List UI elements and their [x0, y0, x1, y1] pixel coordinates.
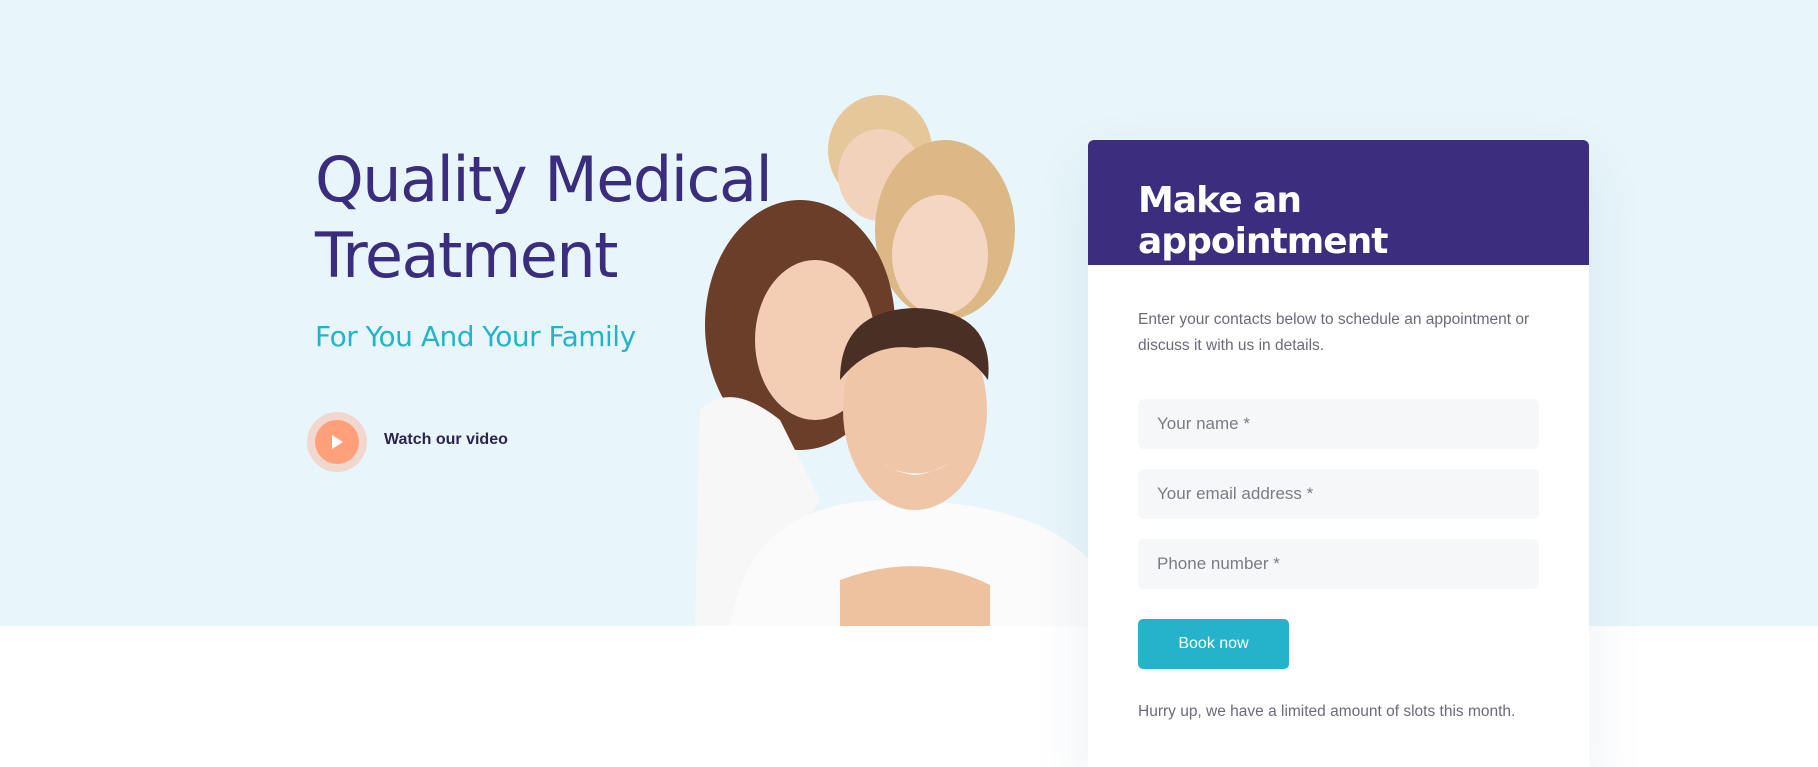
watch-video-link[interactable]: Watch our video [384, 431, 508, 449]
name-input[interactable] [1138, 399, 1539, 449]
appointment-card-header: Make an appointment [1088, 140, 1589, 265]
book-now-button[interactable]: Book now [1138, 619, 1289, 669]
slots-note: Hurry up, we have a limited amount of sl… [1138, 703, 1516, 720]
email-input[interactable] [1138, 469, 1539, 519]
appointment-title: Make an appointment [1138, 180, 1389, 262]
family-photo [695, 95, 1090, 626]
appointment-card: Make an appointment Enter your contacts … [1088, 140, 1589, 767]
play-icon [332, 435, 343, 449]
play-button-circle[interactable] [315, 420, 359, 464]
appointment-description: Enter your contacts below to schedule an… [1138, 311, 1530, 354]
hero-subtitle: For You And Your Family [315, 320, 636, 353]
phone-input[interactable] [1138, 539, 1539, 589]
play-video-button[interactable] [307, 412, 367, 472]
appointment-form: Enter your contacts below to schedule an… [1088, 265, 1589, 721]
